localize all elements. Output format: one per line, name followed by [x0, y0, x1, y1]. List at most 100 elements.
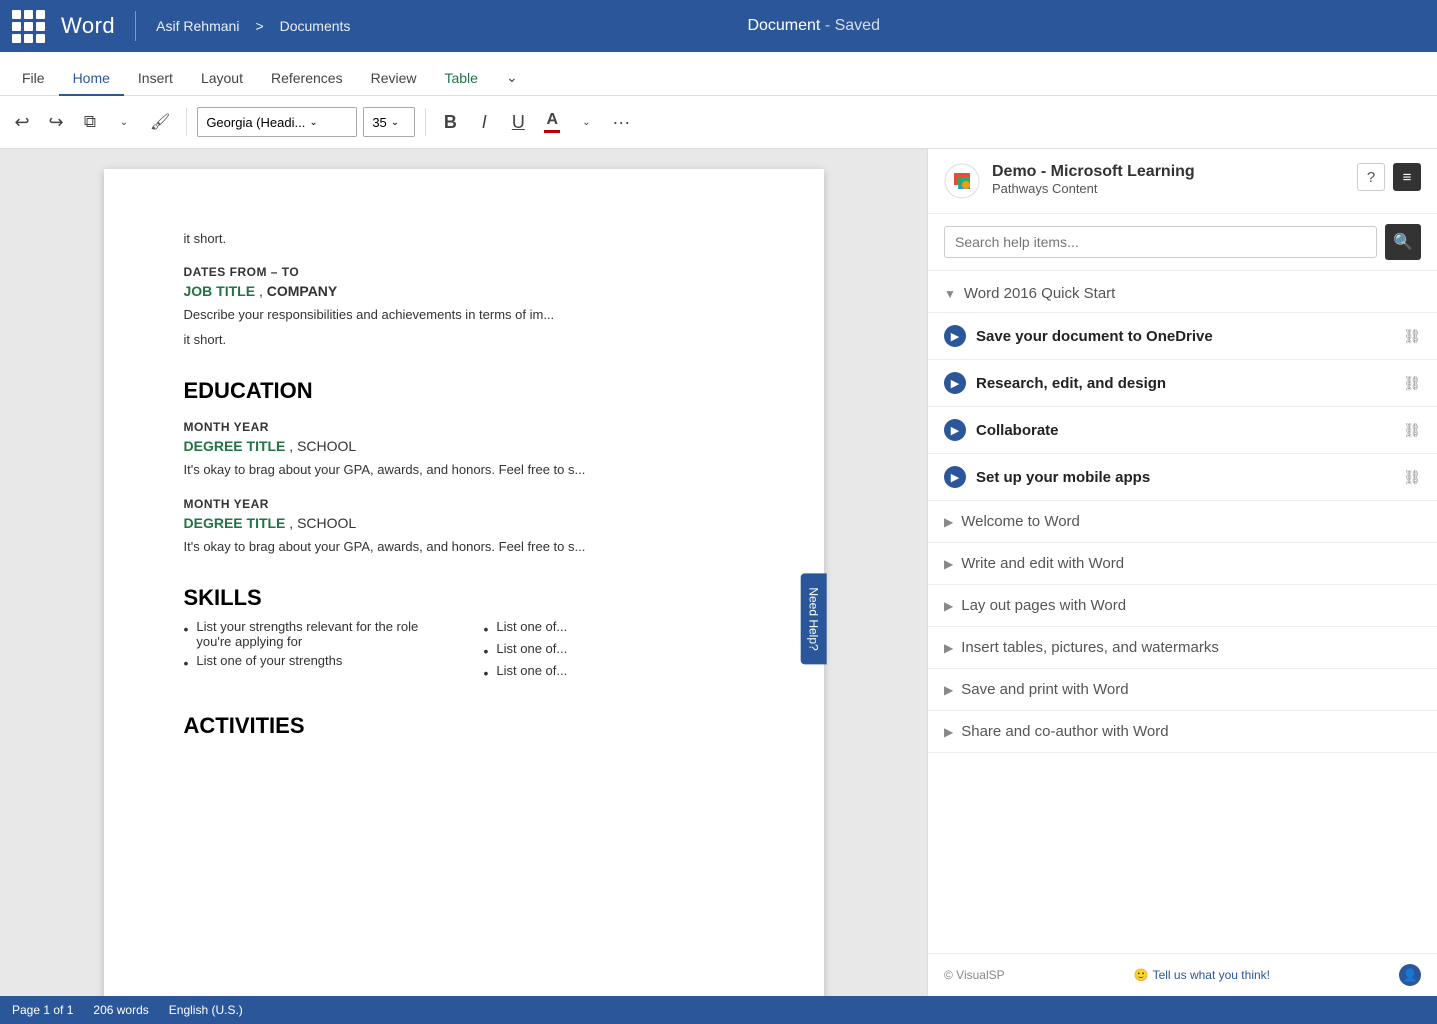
breadcrumb-user[interactable]: Asif Rehmani [156, 18, 239, 34]
document-area: it short. DATES FROM – TO JOB TITLE , CO… [0, 149, 927, 996]
expand-icon-0: ▶ [944, 515, 953, 529]
pathway-label-2: Collaborate [976, 422, 1393, 439]
section-label-1: Write and edit with Word [961, 555, 1124, 572]
app-name: Word [61, 13, 115, 39]
tab-layout[interactable]: Layout [187, 62, 257, 96]
main-area: it short. DATES FROM – TO JOB TITLE , CO… [0, 149, 1437, 996]
search-bar: 🔍 [928, 214, 1437, 271]
skill-4: • List one of... [484, 641, 744, 659]
degree-2: DEGREE TITLE [184, 515, 286, 531]
skill-1: • List your strengths relevant for the r… [184, 619, 444, 649]
tab-review[interactable]: Review [357, 62, 431, 96]
bullet-3: • [484, 621, 489, 637]
word-count: 206 words [93, 1003, 148, 1017]
bullet-4: • [484, 643, 489, 659]
link-icon-1: ⛓ [1403, 375, 1421, 392]
more-tools-button[interactable]: ··· [606, 106, 636, 138]
font-color-dropdown[interactable]: ⌄ [572, 106, 600, 138]
tab-dropdown[interactable]: ⌄ [492, 61, 532, 96]
footer-user-icon[interactable]: 👤 [1399, 964, 1421, 986]
job-sep: , [259, 283, 267, 299]
breadcrumb-location[interactable]: Documents [280, 18, 351, 34]
divider-2 [425, 108, 426, 136]
breadcrumb-sep: > [255, 18, 263, 34]
clipboard-button[interactable]: ⧉ [76, 106, 104, 138]
pathway-item-3[interactable]: ▶ Set up your mobile apps ⛓ [928, 454, 1437, 501]
bold-button[interactable]: B [436, 106, 464, 138]
feedback-label: Tell us what you think! [1153, 968, 1270, 982]
menu-icon-btn[interactable]: ≡ [1393, 163, 1421, 191]
job-desc-2: it short. [184, 330, 744, 350]
panel-subtitle: Pathways Content [992, 181, 1345, 196]
fontsize-dropdown-icon: ⌄ [391, 117, 399, 128]
search-button[interactable]: 🔍 [1385, 224, 1421, 260]
expand-icon-2: ▶ [944, 599, 953, 613]
pathway-item-2[interactable]: ▶ Collaborate ⛓ [928, 407, 1437, 454]
skills-grid: • List your strengths relevant for the r… [184, 619, 744, 685]
job-desc-1: Describe your responsibilities and achie… [184, 305, 744, 325]
skills-col-2: • List one of... • List one of... • List… [484, 619, 744, 685]
section-welcome[interactable]: ▶ Welcome to Word [928, 501, 1437, 543]
italic-button[interactable]: I [470, 106, 498, 138]
pathway-item-1[interactable]: ▶ Research, edit, and design ⛓ [928, 360, 1437, 407]
skill-2: • List one of your strengths [184, 653, 444, 671]
underline-button[interactable]: U [504, 106, 532, 138]
skills-col-1: • List your strengths relevant for the r… [184, 619, 444, 685]
pathway-item-0[interactable]: ▶ Save your document to OneDrive ⛓ [928, 313, 1437, 360]
edu-desc-1: It's okay to brag about your GPA, awards… [184, 460, 744, 480]
section-share[interactable]: ▶ Share and co-author with Word [928, 711, 1437, 753]
panel-header: Demo - Microsoft Learning Pathways Conte… [928, 149, 1437, 214]
redo-button[interactable]: ↪ [42, 106, 70, 138]
section-insert[interactable]: ▶ Insert tables, pictures, and watermark… [928, 627, 1437, 669]
font-color-letter: A [547, 111, 559, 129]
format-painter-button[interactable]: 🖌 [144, 106, 176, 138]
job-title-line: JOB TITLE , COMPANY [184, 283, 744, 299]
footer-feedback-link[interactable]: 🙂 Tell us what you think! [1134, 968, 1270, 982]
company: COMPANY [267, 283, 338, 299]
font-size-selector[interactable]: 35 ⌄ [363, 107, 415, 137]
tab-insert[interactable]: Insert [124, 62, 187, 96]
section-write-edit[interactable]: ▶ Write and edit with Word [928, 543, 1437, 585]
tab-home[interactable]: Home [59, 62, 124, 96]
tab-table[interactable]: Table [430, 62, 491, 96]
paste-dropdown[interactable]: ⌄ [110, 106, 138, 138]
feedback-emoji: 🙂 [1134, 968, 1149, 982]
title-bar: Word Asif Rehmani > Documents Document -… [0, 0, 1437, 52]
font-color-bar [544, 130, 560, 133]
section-layout[interactable]: ▶ Lay out pages with Word [928, 585, 1437, 627]
ribbon: File Home Insert Layout References Revie… [0, 52, 1437, 149]
font-selector[interactable]: Georgia (Headi... ⌄ [197, 107, 357, 137]
skill-3: • List one of... [484, 619, 744, 637]
tab-file[interactable]: File [8, 62, 59, 96]
pathway-label-0: Save your document to OneDrive [976, 328, 1393, 345]
quick-start-header[interactable]: ▼ Word 2016 Quick Start [928, 271, 1437, 313]
ribbon-tabs: File Home Insert Layout References Revie… [0, 52, 1437, 96]
undo-button[interactable]: ↩ [8, 106, 36, 138]
ribbon-toolbar: ↩ ↪ ⧉ ⌄ 🖌 Georgia (Headi... ⌄ 35 ⌄ B I U… [0, 96, 1437, 148]
panel-footer: © VisualSP 🙂 Tell us what you think! 👤 [928, 953, 1437, 996]
panel-title-block: Demo - Microsoft Learning Pathways Conte… [992, 163, 1345, 196]
bullet-2: • [184, 655, 189, 671]
pathway-arrow-1: ▶ [944, 372, 966, 394]
panel-title: Demo - Microsoft Learning [992, 163, 1345, 181]
search-input[interactable] [944, 226, 1377, 258]
font-color-button[interactable]: A [538, 106, 566, 138]
edu-dates-2: MONTH YEAR [184, 497, 744, 511]
tab-references[interactable]: References [257, 62, 357, 96]
font-dropdown-icon: ⌄ [309, 117, 317, 128]
dates-label: DATES FROM – TO [184, 265, 744, 279]
collapse-icon: ▼ [944, 287, 956, 301]
edu-desc-2: It's okay to brag about your GPA, awards… [184, 537, 744, 557]
visualsp-logo [944, 163, 980, 199]
document-title: Document - Saved [747, 17, 1040, 35]
education-heading: EDUCATION [184, 378, 744, 404]
skills-heading: SKILLS [184, 585, 744, 611]
need-help-tab[interactable]: Need Help? [801, 573, 827, 664]
activities-heading: ACTIVITIES [184, 713, 744, 739]
section-save-print[interactable]: ▶ Save and print with Word [928, 669, 1437, 711]
page-info: Page 1 of 1 [12, 1003, 73, 1017]
app-grid-icon[interactable] [12, 10, 45, 43]
panel-content: ▼ Word 2016 Quick Start ▶ Save your docu… [928, 271, 1437, 953]
help-icon-btn[interactable]: ? [1357, 163, 1385, 191]
skill-5: • List one of... [484, 663, 744, 681]
